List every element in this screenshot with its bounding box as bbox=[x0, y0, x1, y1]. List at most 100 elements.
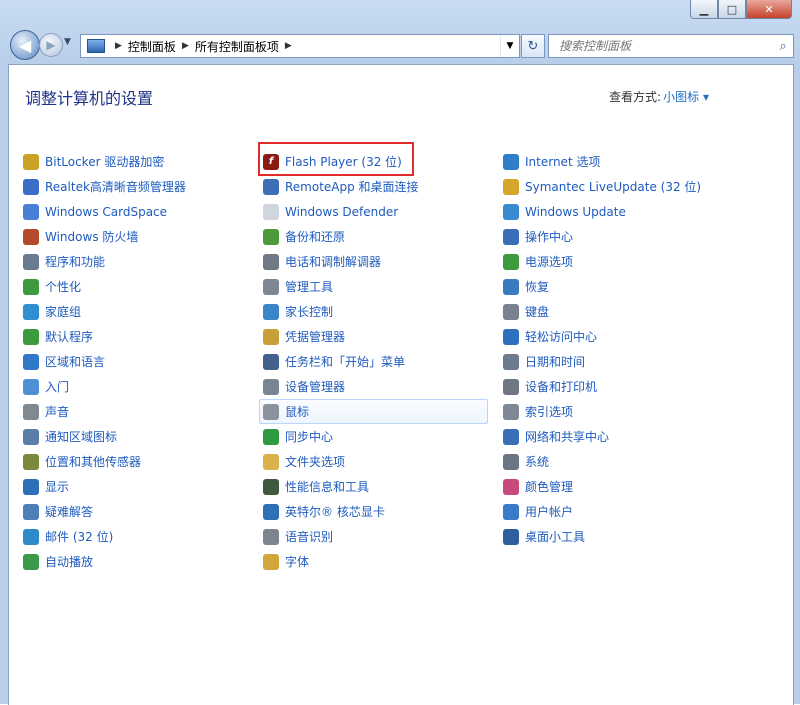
control-panel-item[interactable]: 英特尔® 核芯显卡 bbox=[263, 499, 488, 524]
control-panel-item[interactable]: 程序和功能 bbox=[23, 249, 186, 274]
control-panel-item[interactable]: RemoteApp 和桌面连接 bbox=[263, 174, 488, 199]
control-panel-item[interactable]: 凭据管理器 bbox=[263, 324, 488, 349]
control-panel-item[interactable]: 家庭组 bbox=[23, 299, 186, 324]
control-panel-item[interactable]: 索引选项 bbox=[503, 399, 701, 424]
control-panel-item[interactable]: 默认程序 bbox=[23, 324, 186, 349]
item-label: 文件夹选项 bbox=[285, 455, 346, 469]
chevron-right-icon[interactable]: ▶ bbox=[182, 41, 189, 51]
control-panel-item[interactable]: Windows Update bbox=[503, 199, 701, 224]
control-panel-item[interactable]: 位置和其他传感器 bbox=[23, 449, 186, 474]
control-panel-item[interactable]: 疑难解答 bbox=[23, 499, 186, 524]
maximize-button[interactable]: □ bbox=[718, 0, 746, 19]
control-panel-item[interactable]: 用户帐户 bbox=[503, 499, 701, 524]
item-label: 键盘 bbox=[525, 305, 550, 319]
control-panel-item[interactable]: 语音识别 bbox=[263, 524, 488, 549]
control-panel-item[interactable]: 备份和还原 bbox=[263, 224, 488, 249]
chevron-right-icon[interactable]: ▶ bbox=[285, 41, 292, 51]
item-label: 声音 bbox=[45, 405, 70, 419]
view-by-label: 查看方式: bbox=[608, 90, 661, 104]
network-icon bbox=[503, 428, 519, 445]
item-label: 日期和时间 bbox=[525, 355, 586, 369]
control-panel-item[interactable]: 个性化 bbox=[23, 274, 186, 299]
control-panel-item[interactable]: 系统 bbox=[503, 449, 701, 474]
back-button[interactable]: ◀ bbox=[10, 30, 40, 60]
search-box[interactable]: ⌕ bbox=[548, 34, 794, 58]
control-panel-item[interactable]: 设备管理器 bbox=[263, 374, 488, 399]
control-panel-item[interactable]: Windows 防火墙 bbox=[23, 224, 186, 249]
item-label: 显示 bbox=[45, 480, 70, 494]
item-label: 通知区域图标 bbox=[45, 430, 118, 444]
control-panel-item[interactable]: Realtek高清晰音频管理器 bbox=[23, 174, 186, 199]
control-panel-item[interactable]: 通知区域图标 bbox=[23, 424, 186, 449]
control-panel-item[interactable]: Symantec LiveUpdate (32 位) bbox=[503, 174, 701, 199]
search-icon[interactable]: ⌕ bbox=[773, 39, 793, 54]
close-button[interactable]: ✕ bbox=[746, 0, 792, 19]
color-icon bbox=[503, 478, 519, 495]
control-panel-item[interactable]: 邮件 (32 位) bbox=[23, 524, 186, 549]
item-label: 英特尔® 核芯显卡 bbox=[285, 505, 385, 519]
item-label: 位置和其他传感器 bbox=[45, 455, 142, 469]
view-by-dropdown[interactable]: 小图标 ▾ bbox=[663, 88, 709, 105]
control-panel-item[interactable]: 键盘 bbox=[503, 299, 701, 324]
performance-icon bbox=[263, 478, 279, 495]
control-panel-item[interactable]: Windows Defender bbox=[263, 199, 488, 224]
getting-started-icon bbox=[23, 378, 39, 395]
control-panel-item[interactable]: 文件夹选项 bbox=[263, 449, 488, 474]
control-panel-item[interactable]: 轻松访问中心 bbox=[503, 324, 701, 349]
homegroup-icon bbox=[23, 303, 39, 320]
control-panel-item[interactable]: 性能信息和工具 bbox=[263, 474, 488, 499]
control-panel-item[interactable]: 自动播放 bbox=[23, 549, 186, 574]
forward-button[interactable]: ▶ bbox=[39, 33, 63, 57]
item-label: 备份和还原 bbox=[285, 230, 346, 244]
items-column-2: f Flash Player (32 位) RemoteApp 和桌面连接 Windo… bbox=[259, 149, 488, 574]
control-panel-item[interactable]: 桌面小工具 bbox=[503, 524, 701, 549]
recent-pages-dropdown[interactable]: ▼ bbox=[64, 37, 71, 47]
item-label: 颜色管理 bbox=[525, 480, 574, 494]
keyboard-icon bbox=[503, 303, 519, 320]
address-dropdown-button[interactable]: ▼ bbox=[500, 35, 519, 57]
control-panel-item[interactable]: 设备和打印机 bbox=[503, 374, 701, 399]
refresh-button[interactable]: ↻ bbox=[521, 34, 545, 58]
control-panel-item[interactable]: 入门 bbox=[23, 374, 186, 399]
control-panel-item[interactable]: 显示 bbox=[23, 474, 186, 499]
minimize-button[interactable]: ▁ bbox=[690, 0, 718, 19]
personalize-icon bbox=[23, 278, 39, 295]
item-label: 同步中心 bbox=[285, 430, 334, 444]
item-label: 入门 bbox=[45, 380, 70, 394]
control-panel-item[interactable]: 颜色管理 bbox=[503, 474, 701, 499]
item-label: 字体 bbox=[285, 555, 310, 569]
control-panel-item[interactable]: 同步中心 bbox=[263, 424, 488, 449]
control-panel-item[interactable]: 管理工具 bbox=[263, 274, 488, 299]
recovery-icon bbox=[503, 278, 519, 295]
breadcrumb-control-panel[interactable]: 控制面板 bbox=[128, 38, 176, 55]
chevron-right-icon[interactable]: ▶ bbox=[115, 41, 122, 51]
control-panel-item[interactable]: f Flash Player (32 位) bbox=[263, 149, 488, 174]
gadgets-icon bbox=[503, 528, 519, 545]
control-panel-item[interactable]: 字体 bbox=[263, 549, 488, 574]
control-panel-item[interactable]: 声音 bbox=[23, 399, 186, 424]
page-title: 调整计算机的设置 bbox=[25, 89, 154, 108]
control-panel-item[interactable]: 网络和共享中心 bbox=[503, 424, 701, 449]
power-icon bbox=[503, 253, 519, 270]
control-panel-item[interactable]: 区域和语言 bbox=[23, 349, 186, 374]
control-panel-item[interactable]: 电源选项 bbox=[503, 249, 701, 274]
control-panel-item[interactable]: 任务栏和「开始」菜单 bbox=[263, 349, 488, 374]
control-panel-item[interactable]: Windows CardSpace bbox=[23, 199, 186, 224]
control-panel-item[interactable]: BitLocker 驱动器加密 bbox=[23, 149, 186, 174]
intel-icon bbox=[263, 503, 279, 520]
control-panel-item[interactable]: 电话和调制解调器 bbox=[263, 249, 488, 274]
control-panel-item[interactable]: 操作中心 bbox=[503, 224, 701, 249]
search-input[interactable] bbox=[557, 38, 773, 54]
breadcrumb-all-items[interactable]: 所有控制面板项 bbox=[195, 38, 279, 55]
printer-icon bbox=[503, 378, 519, 395]
control-panel-item[interactable]: Internet 选项 bbox=[503, 149, 701, 174]
control-panel-item[interactable]: 日期和时间 bbox=[503, 349, 701, 374]
item-label: 设备管理器 bbox=[285, 380, 346, 394]
control-panel-item[interactable]: 恢复 bbox=[503, 274, 701, 299]
address-bar[interactable]: ▶ 控制面板 ▶ 所有控制面板项 ▶ ▼ bbox=[80, 34, 520, 58]
item-label: Internet 选项 bbox=[525, 155, 601, 169]
key-icon bbox=[23, 153, 39, 170]
index-icon bbox=[503, 403, 519, 420]
control-panel-item[interactable]: 家长控制 bbox=[263, 299, 488, 324]
control-panel-item[interactable]: 鼠标 bbox=[259, 399, 488, 424]
